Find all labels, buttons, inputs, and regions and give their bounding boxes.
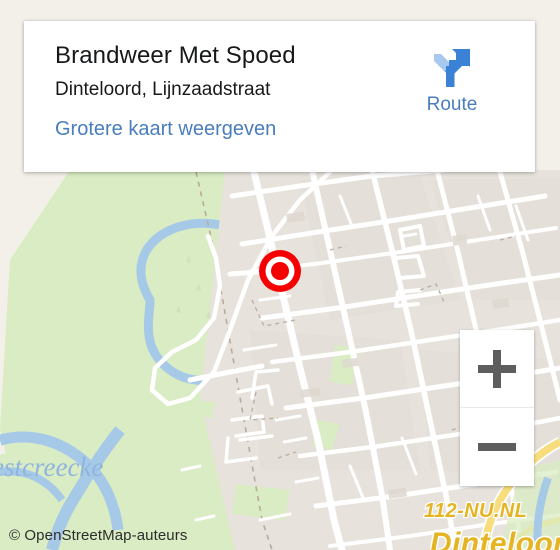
zoom-control[interactable] — [460, 330, 534, 486]
route-button[interactable]: Route — [400, 47, 504, 116]
zoom-in-button[interactable] — [460, 330, 534, 408]
route-label: Route — [426, 94, 478, 115]
minus-icon — [478, 443, 516, 451]
page-title: Brandweer Met Spoed — [55, 42, 296, 69]
zoom-out-button[interactable] — [460, 408, 534, 486]
map-screenshot-root: estcreecke © OpenStreetMap-auteurs 112-N… — [0, 0, 560, 550]
location-bullseye-marker[interactable] — [257, 248, 303, 294]
site-watermark: 112-NU.NL — [423, 499, 528, 524]
plus-icon-vertical — [493, 350, 501, 388]
map-water-label: estcreecke — [0, 452, 103, 482]
route-fork-arrow-icon — [434, 49, 470, 87]
osm-attribution[interactable]: © OpenStreetMap-auteurs — [9, 527, 187, 544]
place-subtitle: Dinteloord, Lijnzaadstraat — [55, 79, 271, 100]
site-watermark-place: Dinteloord — [430, 527, 560, 550]
view-larger-map-link[interactable]: Grotere kaart weergeven — [55, 117, 276, 142]
place-info-card: Brandweer Met Spoed Dinteloord, Lijnzaad… — [24, 21, 535, 172]
place-info-text: Brandweer Met Spoed Dinteloord, Lijnzaad… — [55, 41, 445, 142]
